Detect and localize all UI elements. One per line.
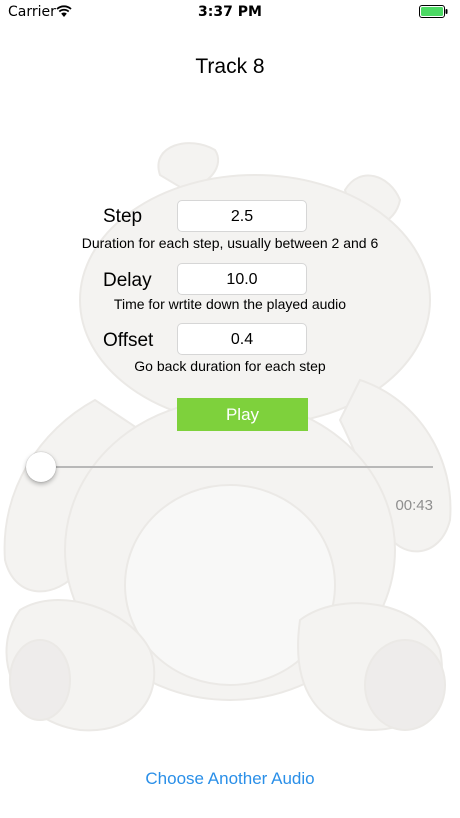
- play-button[interactable]: Play: [177, 398, 308, 431]
- delay-description: Time for wrtite down the played audio: [113, 296, 347, 312]
- time-remaining-label: 00:43: [395, 497, 433, 514]
- step-input[interactable]: 2.5: [177, 200, 307, 232]
- clock-time: 3:37 PM: [198, 4, 262, 20]
- offset-label: Offset: [103, 330, 154, 351]
- delay-input[interactable]: 10.0: [177, 263, 307, 295]
- choose-another-audio-button[interactable]: Choose Another Audio: [0, 769, 460, 789]
- battery-icon: [419, 5, 448, 18]
- step-label: Step: [103, 206, 143, 227]
- offset-description: Go back duration for each step: [134, 358, 326, 374]
- status-bar: Carrier 3:37 PM: [0, 0, 460, 24]
- track-title: Track 8: [195, 55, 265, 78]
- delay-label: Delay: [103, 270, 152, 291]
- step-description: Duration for each step, usually between …: [81, 235, 379, 251]
- playback-slider-track[interactable]: [40, 466, 433, 468]
- offset-input[interactable]: 0.4: [177, 323, 307, 355]
- playback-slider-thumb[interactable]: [26, 452, 56, 482]
